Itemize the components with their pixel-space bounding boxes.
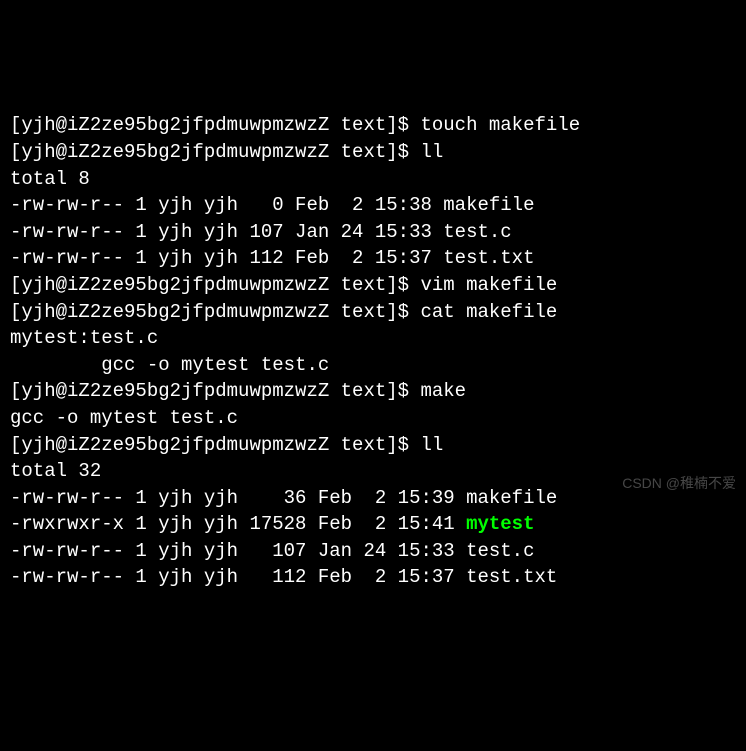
output-text: gcc -o mytest test.c: [10, 354, 329, 376]
terminal-command-line: [yjh@iZ2ze95bg2jfpdmuwpmzwzZ text]$ make: [10, 378, 736, 405]
terminal-output-line: -rwxrwxr-x 1 yjh yjh 17528 Feb 2 15:41 m…: [10, 511, 736, 538]
output-text: -rw-rw-r-- 1 yjh yjh 107 Jan 24 15:33 te…: [10, 540, 535, 562]
output-text: -rw-rw-r-- 1 yjh yjh 107 Jan 24 15:33 te…: [10, 221, 512, 243]
terminal-output-line: gcc -o mytest test.c: [10, 352, 736, 379]
terminal-output-line: mytest:test.c: [10, 325, 736, 352]
shell-command: vim makefile: [420, 274, 557, 296]
executable-filename: mytest: [466, 513, 534, 535]
terminal-command-line: [yjh@iZ2ze95bg2jfpdmuwpmzwzZ text]$ ll: [10, 139, 736, 166]
terminal-command-line: [yjh@iZ2ze95bg2jfpdmuwpmzwzZ text]$ ll: [10, 432, 736, 459]
shell-command: ll: [420, 434, 443, 456]
terminal-output[interactable]: [yjh@iZ2ze95bg2jfpdmuwpmzwzZ text]$ touc…: [10, 112, 736, 591]
output-text: total 32: [10, 460, 101, 482]
shell-command: make: [420, 380, 466, 402]
output-text: -rwxrwxr-x 1 yjh yjh 17528 Feb 2 15:41: [10, 513, 466, 535]
shell-prompt: [yjh@iZ2ze95bg2jfpdmuwpmzwzZ text]$: [10, 114, 420, 136]
output-text: total 8: [10, 168, 90, 190]
terminal-output-line: gcc -o mytest test.c: [10, 405, 736, 432]
terminal-command-line: [yjh@iZ2ze95bg2jfpdmuwpmzwzZ text]$ cat …: [10, 299, 736, 326]
terminal-command-line: [yjh@iZ2ze95bg2jfpdmuwpmzwzZ text]$ vim …: [10, 272, 736, 299]
terminal-output-line: -rw-rw-r-- 1 yjh yjh 112 Feb 2 15:37 tes…: [10, 245, 736, 272]
output-text: -rw-rw-r-- 1 yjh yjh 112 Feb 2 15:37 tes…: [10, 566, 557, 588]
terminal-output-line: -rw-rw-r-- 1 yjh yjh 107 Jan 24 15:33 te…: [10, 219, 736, 246]
terminal-output-line: -rw-rw-r-- 1 yjh yjh 112 Feb 2 15:37 tes…: [10, 564, 736, 591]
shell-prompt: [yjh@iZ2ze95bg2jfpdmuwpmzwzZ text]$: [10, 301, 420, 323]
shell-command: touch makefile: [420, 114, 580, 136]
terminal-output-line: -rw-rw-r-- 1 yjh yjh 0 Feb 2 15:38 makef…: [10, 192, 736, 219]
shell-prompt: [yjh@iZ2ze95bg2jfpdmuwpmzwzZ text]$: [10, 434, 420, 456]
shell-prompt: [yjh@iZ2ze95bg2jfpdmuwpmzwzZ text]$: [10, 274, 420, 296]
watermark-text: CSDN @稚楠不爱: [622, 474, 736, 494]
output-text: -rw-rw-r-- 1 yjh yjh 112 Feb 2 15:37 tes…: [10, 247, 535, 269]
output-text: -rw-rw-r-- 1 yjh yjh 36 Feb 2 15:39 make…: [10, 487, 557, 509]
output-text: gcc -o mytest test.c: [10, 407, 238, 429]
output-text: -rw-rw-r-- 1 yjh yjh 0 Feb 2 15:38 makef…: [10, 194, 535, 216]
shell-command: cat makefile: [420, 301, 557, 323]
shell-prompt: [yjh@iZ2ze95bg2jfpdmuwpmzwzZ text]$: [10, 380, 420, 402]
shell-command: ll: [420, 141, 443, 163]
shell-prompt: [yjh@iZ2ze95bg2jfpdmuwpmzwzZ text]$: [10, 141, 420, 163]
terminal-output-line: total 8: [10, 166, 736, 193]
terminal-command-line: [yjh@iZ2ze95bg2jfpdmuwpmzwzZ text]$ touc…: [10, 112, 736, 139]
terminal-output-line: -rw-rw-r-- 1 yjh yjh 107 Jan 24 15:33 te…: [10, 538, 736, 565]
output-text: mytest:test.c: [10, 327, 158, 349]
